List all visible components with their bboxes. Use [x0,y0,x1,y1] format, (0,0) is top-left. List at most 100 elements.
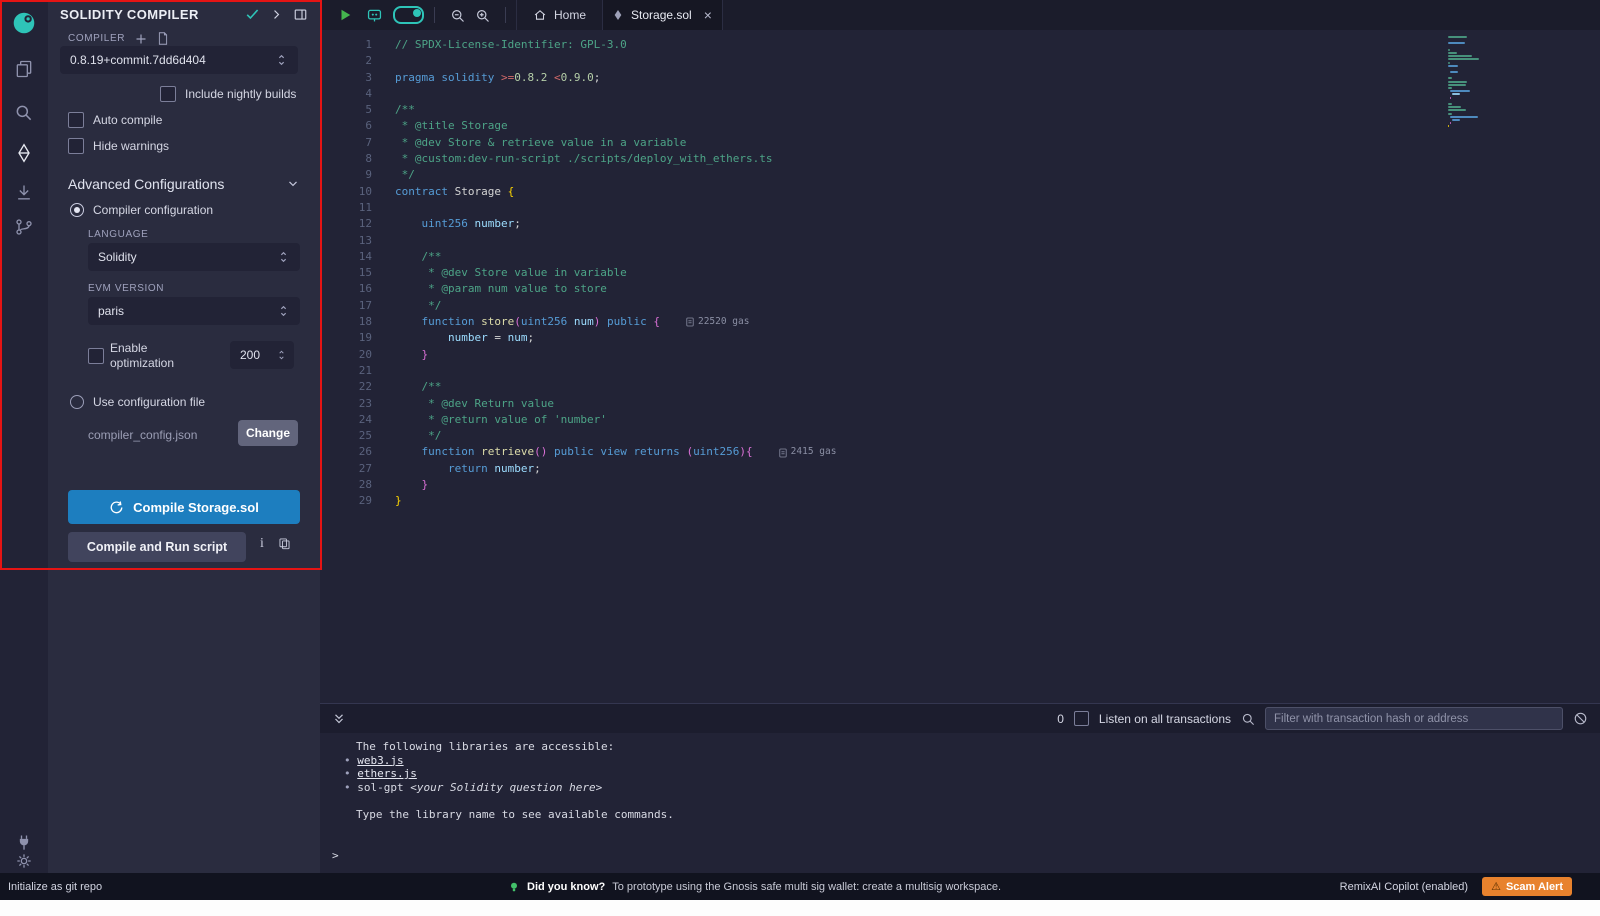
terminal-search-icon[interactable] [1241,712,1255,726]
solidity-file-icon [613,9,623,21]
transaction-filter-input[interactable] [1265,707,1563,730]
code-line: * @dev Store & retrieve value in a varia… [395,135,836,151]
open-compiler-file-icon[interactable] [157,32,169,45]
scam-alert-badge[interactable]: ⚠ Scam Alert [1482,877,1572,896]
collapse-terminal-icon[interactable] [332,712,346,726]
code-editor[interactable]: 1234567891011121314151617181920212223242… [320,30,1600,703]
line-number: 7 [320,135,372,151]
evm-version-select[interactable]: paris [88,297,300,325]
nightly-builds-checkbox-row: Include nightly builds [160,86,296,102]
icon-sidebar [0,0,48,873]
terminal-line: The following libraries are accessible: [320,740,1600,754]
advanced-configurations-title: Advanced Configurations [68,176,224,192]
solidity-compiler-icon[interactable] [0,136,48,170]
code-line: * @custom:dev-run-script ./scripts/deplo… [395,151,836,167]
compiler-configuration-radio[interactable] [70,203,84,217]
tab-home[interactable]: Home [516,0,603,30]
nightly-builds-checkbox[interactable] [160,86,176,102]
source-control-icon[interactable] [0,210,48,244]
change-config-button[interactable]: Change [238,420,298,446]
listen-transactions-checkbox[interactable] [1074,711,1089,726]
language-label: LANGUAGE [88,229,148,240]
zoom-in-icon[interactable] [475,8,490,23]
minimap-line [1448,62,1450,64]
code-line: */ [395,298,836,314]
divider [434,7,435,23]
deploy-run-icon[interactable] [0,176,48,210]
copy-icon[interactable] [278,537,291,550]
terminal-line: Type the library name to see available c… [320,808,1600,822]
use-configuration-file-radio[interactable] [70,395,84,409]
use-configuration-file-label: Use configuration file [93,395,205,409]
zoom-out-icon[interactable] [450,8,465,23]
code-line: return number; [395,461,836,477]
optimization-runs-input[interactable] [230,341,294,369]
minimap-line [1452,93,1459,95]
evm-version-label: EVM VERSION [88,283,164,294]
line-number: 4 [320,86,372,102]
compiler-version-select[interactable]: 0.8.19+commit.7dd6d404 [60,46,298,74]
advanced-configurations-header[interactable]: Advanced Configurations [68,176,300,192]
compile-and-run-button[interactable]: Compile and Run script [68,532,246,562]
lightbulb-icon [508,880,520,894]
code-line: * @return value of 'number' [395,412,836,428]
language-select[interactable]: Solidity [88,243,300,271]
compile-success-check-icon [244,6,260,22]
remix-logo-icon[interactable] [0,6,48,40]
pin-panel-icon[interactable] [293,7,308,22]
code-line: } [395,347,836,363]
compile-button[interactable]: Compile Storage.sol [68,490,300,524]
updown-icon [277,249,290,265]
tab-storage-sol[interactable]: Storage.sol × [603,0,723,30]
code-line: pragma solidity >=0.8.2 <0.9.0; [395,70,836,86]
minimap[interactable] [1448,36,1598,128]
line-number: 15 [320,265,372,281]
editor-tab-bar: Home Storage.sol × [320,0,1600,30]
line-number: 9 [320,167,372,183]
auto-compile-checkbox[interactable] [68,112,84,128]
copilot-toggle[interactable] [393,6,424,24]
minimap-line [1448,49,1450,51]
minimap-line [1450,97,1451,99]
run-script-play-icon[interactable] [338,8,352,22]
gas-estimate: 22520 gas [686,314,749,330]
line-number: 11 [320,200,372,216]
search-icon[interactable] [0,96,48,130]
code-line: // SPDX-License-Identifier: GPL-3.0 [395,37,836,53]
line-number: 23 [320,396,372,412]
terminal-prompt[interactable]: > [320,849,1600,863]
terminal-line[interactable]: • ethers.js [320,767,1600,781]
use-configuration-file-radio-row: Use configuration file [70,395,205,409]
minimap-line [1448,42,1465,44]
ai-assistant-icon[interactable] [366,7,383,24]
chevron-right-icon[interactable] [270,8,283,21]
minimap-line [1448,100,1598,102]
line-number: 24 [320,412,372,428]
file-explorer-icon[interactable] [0,52,48,86]
line-numbers: 1234567891011121314151617181920212223242… [320,37,372,510]
minimap-line [1448,113,1452,115]
close-tab-icon[interactable]: × [704,7,712,23]
hide-warnings-checkbox[interactable] [68,138,84,154]
minimap-line [1448,55,1472,57]
warning-icon: ⚠ [1491,880,1501,893]
line-number: 13 [320,233,372,249]
git-init-status[interactable]: Initialize as git repo [0,881,102,893]
add-compiler-icon[interactable] [135,33,147,45]
transaction-count: 0 [1057,712,1064,726]
enable-optimization-checkbox[interactable] [88,348,104,364]
terminal-line[interactable]: • web3.js [320,754,1600,768]
clear-console-icon[interactable] [1573,711,1588,726]
minimap-line [1448,52,1457,54]
line-number: 26 [320,444,372,460]
minimap-line [1448,106,1461,108]
info-icon[interactable]: i [260,536,264,552]
compile-button-label: Compile Storage.sol [133,500,259,515]
terminal[interactable]: The following libraries are accessible:•… [320,733,1600,873]
evm-version-value: paris [98,304,124,318]
tab-home-label: Home [554,8,586,22]
window-bottom-edge [0,900,1600,916]
code-line: /** [395,249,836,265]
updown-icon [275,52,288,68]
copilot-status[interactable]: RemixAI Copilot (enabled) [1340,881,1468,893]
